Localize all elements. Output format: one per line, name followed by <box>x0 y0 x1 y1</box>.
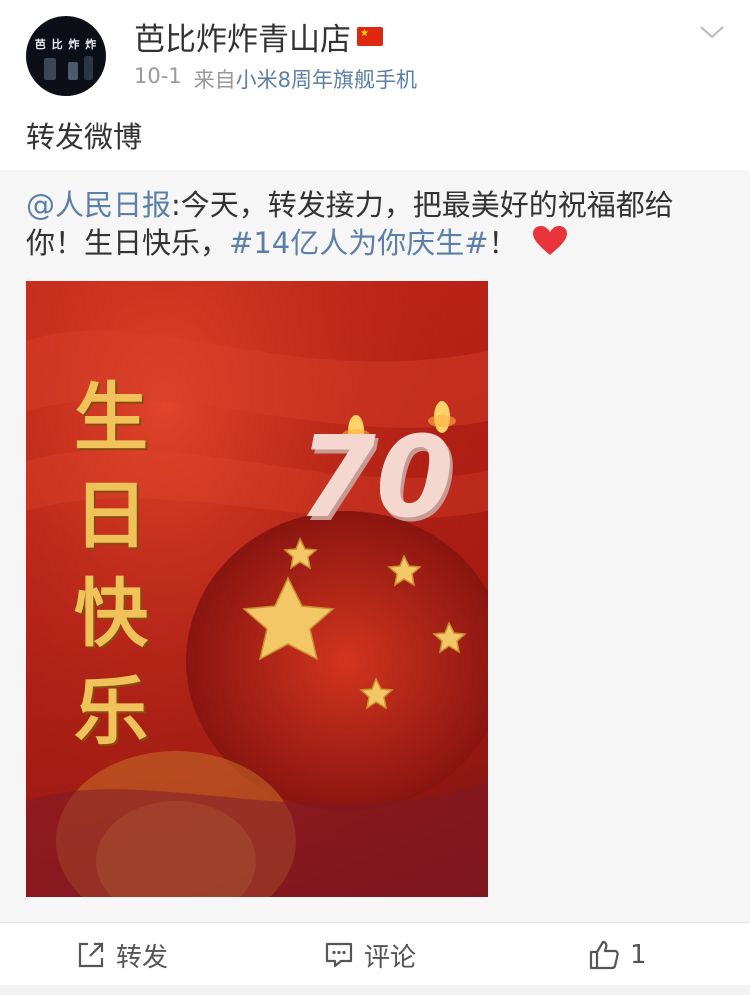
bottom-divider <box>0 985 750 995</box>
comment-button[interactable]: 评论 <box>324 933 416 977</box>
username[interactable]: 芭比炸炸青山店 <box>134 14 351 59</box>
like-icon <box>589 940 619 970</box>
chevron-down-icon[interactable] <box>698 22 726 42</box>
hashtag-link[interactable]: #14亿人为你庆生# <box>229 226 489 260</box>
like-count: 1 <box>630 940 647 970</box>
repost-text: 转发微博 <box>26 120 143 154</box>
source-device[interactable]: 小米8周年旗舰手机 <box>236 68 417 92</box>
repost-label: 转发 <box>116 942 169 973</box>
like-button[interactable]: 1 <box>588 933 647 977</box>
source-prefix: 来自 <box>193 68 236 92</box>
flag-icon: ★ <box>357 26 383 46</box>
post-meta: 10-1 来自小米8周年旗舰手机 <box>134 64 417 94</box>
avatar-text: 芭 比 炸 炸 <box>34 38 98 51</box>
avatar[interactable]: 芭 比 炸 炸 <box>26 16 106 96</box>
original-post-text: @人民日报:今天，转发接力，把最美好的祝福都给你！生日快乐，#14亿人为你庆生#… <box>26 186 726 262</box>
username-row: 芭比炸炸青山店 ★ <box>134 18 383 58</box>
comment-label: 评论 <box>364 942 417 973</box>
repost-button[interactable]: 转发 <box>76 933 168 977</box>
heart-icon <box>532 226 567 255</box>
comment-icon <box>325 942 353 968</box>
repost-icon <box>78 942 104 968</box>
action-bar: 转发 评论 1 <box>0 922 750 986</box>
mention-link[interactable]: @人民日报 <box>26 188 171 222</box>
poster-image[interactable]: 生 日 快 乐 70 <box>26 281 488 897</box>
original-post[interactable]: @人民日报:今天，转发接力，把最美好的祝福都给你！生日快乐，#14亿人为你庆生#… <box>0 170 750 922</box>
original-text-part2: ！ <box>488 226 518 260</box>
poster-title: 生 日 快 乐 <box>74 375 148 755</box>
post-header-card: 芭 比 炸 炸 芭比炸炸青山店 ★ 10-1 来自小米8周年旗舰手机 转发微博 <box>0 0 750 170</box>
poster-number: 70 <box>298 413 454 543</box>
post-date: 10-1 <box>134 64 182 88</box>
